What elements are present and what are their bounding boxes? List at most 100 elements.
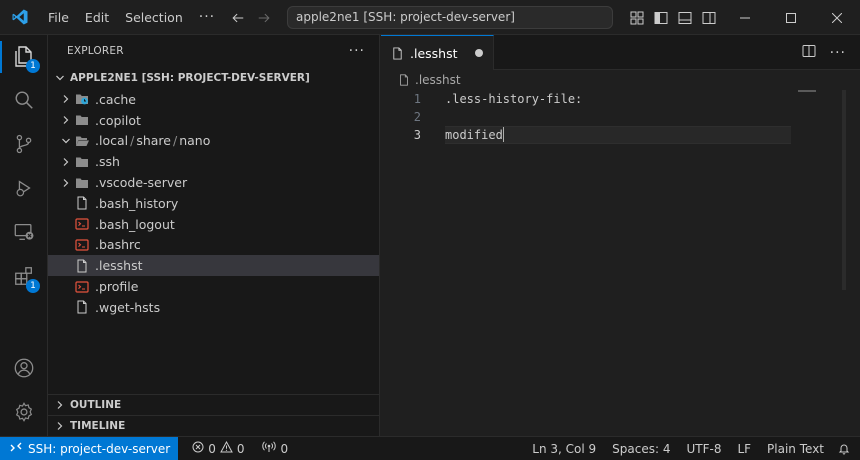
tree-item-bashrc[interactable]: .bashrc xyxy=(48,235,379,256)
tree-path-segment: share xyxy=(136,133,171,149)
path-separator: / xyxy=(172,133,178,149)
tab-lesshst[interactable]: .lesshst xyxy=(381,35,494,70)
window-controls xyxy=(722,0,860,35)
workspace-folder-header[interactable]: APPLE2NE1 [SSH: PROJECT-DEV-SERVER] xyxy=(48,67,379,89)
tree-item-copilot[interactable]: .copilot xyxy=(48,110,379,131)
tree-item-label: .bash_logout xyxy=(95,216,175,232)
search-icon xyxy=(13,89,35,114)
error-count: 0 xyxy=(208,441,216,456)
shell-file-icon xyxy=(74,237,90,253)
path-separator: / xyxy=(130,133,135,149)
remote-indicator[interactable]: SSH: project-dev-server xyxy=(0,437,179,460)
title-bar: File Edit Selection ··· apple2ne1 [SSH: … xyxy=(0,0,860,35)
source-control-button[interactable] xyxy=(0,123,48,167)
problems-indicator[interactable]: 0 0 xyxy=(186,440,250,456)
language-mode[interactable]: Plain Text xyxy=(759,442,832,456)
command-center[interactable]: apple2ne1 [SSH: project-dev-server] xyxy=(287,6,613,29)
line-number: 1 xyxy=(413,92,421,106)
folder-icon xyxy=(74,154,90,170)
tree-item-label: .vscode-server xyxy=(95,175,188,191)
explorer-badge: 1 xyxy=(26,59,40,73)
cache-folder-icon xyxy=(74,91,90,107)
warning-count: 0 xyxy=(236,441,245,456)
explorer-header: EXPLORER ··· xyxy=(48,35,379,67)
tree-item-label: .bash_history xyxy=(95,195,179,211)
tree-item-label: .profile xyxy=(95,279,139,295)
tree-item-label: .bashrc xyxy=(95,237,141,253)
vertical-scrollbar[interactable] xyxy=(842,90,846,290)
unsaved-dot-icon[interactable] xyxy=(475,49,483,57)
tree-path-segment: .local xyxy=(95,133,129,149)
toggle-primary-sidebar-icon[interactable] xyxy=(654,11,668,25)
vscode-logo-icon xyxy=(0,0,40,35)
explorer-more-button[interactable]: ··· xyxy=(349,43,365,59)
explorer-button[interactable]: 1 xyxy=(0,35,48,79)
timeline-title: TIMELINE xyxy=(70,420,126,432)
code-editor[interactable]: 1 .less-history-file: 2 3 modified xyxy=(381,90,860,144)
tree-item-wget-hsts[interactable]: .wget-hsts xyxy=(48,297,379,318)
editor-tabs: .lesshst ··· xyxy=(381,35,860,70)
tree-item-lesshst[interactable]: .lesshst xyxy=(48,255,379,277)
timeline-section-header[interactable]: TIMELINE xyxy=(48,415,380,436)
menu-file[interactable]: File xyxy=(40,0,77,35)
explorer-title: EXPLORER xyxy=(67,45,124,57)
toggle-secondary-sidebar-icon[interactable] xyxy=(702,11,716,25)
menu-more-button[interactable]: ··· xyxy=(191,9,223,25)
file-icon xyxy=(74,299,90,315)
run-debug-icon xyxy=(13,177,35,202)
menu-edit[interactable]: Edit xyxy=(77,0,117,35)
remote-explorer-button[interactable] xyxy=(0,211,48,255)
customize-layout-icon[interactable] xyxy=(630,11,644,25)
notifications-bell-icon[interactable] xyxy=(832,443,860,455)
maximize-icon[interactable] xyxy=(768,0,814,35)
status-right: Ln 3, Col 9 Spaces: 4 UTF-8 LF Plain Tex… xyxy=(524,437,860,460)
line-number: 2 xyxy=(413,110,421,124)
forward-arrow-icon[interactable] xyxy=(256,10,272,26)
folder-icon xyxy=(74,112,90,128)
tree-item-label: .copilot xyxy=(95,112,141,128)
toggle-panel-icon[interactable] xyxy=(678,11,692,25)
tree-item-ssh[interactable]: .ssh xyxy=(48,151,379,172)
tree-item-cache[interactable]: .cache xyxy=(48,89,379,110)
indentation[interactable]: Spaces: 4 xyxy=(604,442,678,456)
folder-icon xyxy=(74,175,90,191)
error-icon xyxy=(192,441,204,456)
end-of-line[interactable]: LF xyxy=(729,442,759,456)
explorer-sidebar: EXPLORER ··· APPLE2NE1 [SSH: PROJECT-DEV… xyxy=(48,35,380,436)
tree-item-local-share-nano[interactable]: .local / share / nano xyxy=(48,131,379,152)
source-control-icon xyxy=(13,133,35,158)
gear-icon xyxy=(13,401,35,426)
tree-item-bash-history[interactable]: .bash_history xyxy=(48,193,379,214)
chevron-right-icon xyxy=(58,175,74,191)
close-icon[interactable] xyxy=(814,0,860,35)
breadcrumb: .lesshst xyxy=(381,70,860,90)
search-button[interactable] xyxy=(0,79,48,123)
back-arrow-icon[interactable] xyxy=(230,10,246,26)
accounts-button[interactable] xyxy=(0,347,48,391)
tree-item-vscode-server[interactable]: .vscode-server xyxy=(48,172,379,193)
split-editor-icon[interactable] xyxy=(802,44,816,61)
encoding[interactable]: UTF-8 xyxy=(678,442,729,456)
outline-section-header[interactable]: OUTLINE xyxy=(48,394,380,415)
tree-item-bash-logout[interactable]: .bash_logout xyxy=(48,214,379,235)
breadcrumb-file[interactable]: .lesshst xyxy=(415,73,461,87)
tree-item-label: .lesshst xyxy=(95,258,143,274)
chevron-right-icon xyxy=(58,91,74,107)
ports-indicator[interactable]: 0 xyxy=(256,441,294,456)
code-line-current: 3 modified xyxy=(381,126,860,144)
tree-item-profile[interactable]: .profile xyxy=(48,276,379,297)
cursor-position[interactable]: Ln 3, Col 9 xyxy=(524,442,604,456)
manage-button[interactable] xyxy=(0,391,48,435)
extensions-button[interactable]: 1 xyxy=(0,255,48,299)
status-bar: SSH: project-dev-server 0 0 0 Ln 3, Col … xyxy=(0,436,860,460)
menu-selection[interactable]: Selection xyxy=(117,0,191,35)
run-debug-button[interactable] xyxy=(0,167,48,211)
menu-bar: File Edit Selection ··· xyxy=(40,0,223,35)
chevron-right-icon xyxy=(52,421,68,431)
more-actions-icon[interactable]: ··· xyxy=(830,45,846,61)
minimize-icon[interactable] xyxy=(722,0,768,35)
folder-open-icon xyxy=(74,133,90,149)
minimap[interactable] xyxy=(798,90,816,92)
shell-file-icon xyxy=(74,216,90,232)
file-icon xyxy=(74,195,90,211)
